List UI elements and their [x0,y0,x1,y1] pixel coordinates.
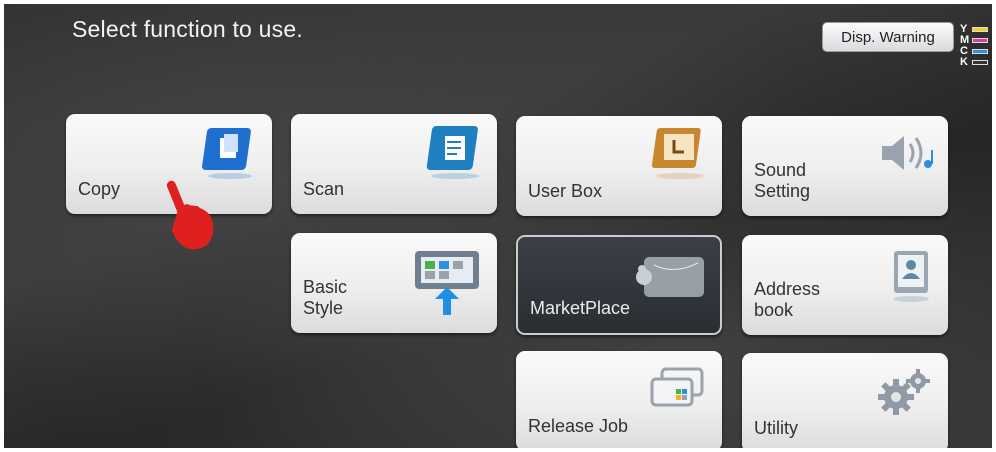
speaker-icon [882,136,933,170]
toner-cyan-bar [972,49,988,54]
scan-icon [426,126,479,179]
disp-warning-button[interactable]: Disp. Warning [822,22,954,52]
address-book-icon [893,251,929,302]
utility-tile[interactable]: Utility [742,353,948,448]
release-job-tile[interactable]: Release Job [516,351,722,448]
release-job-icon [650,367,704,407]
scan-label: Scan [303,179,345,199]
marketplace-label: MarketPlace [530,298,631,318]
toner-magenta-bar [972,38,988,43]
user-box-label: User Box [528,181,603,201]
scan-tile[interactable]: Scan [291,114,497,214]
address-book-tile[interactable]: Address book [742,235,948,335]
marketplace-tile[interactable]: MarketPlace [516,235,722,335]
toner-black-bar [972,60,988,65]
hand-pointer-icon [166,180,214,250]
address-book-label: Address book [754,279,821,320]
sound-setting-label: Sound Setting [754,160,811,201]
user-box-tile[interactable]: User Box [516,116,722,216]
user-box-icon [651,128,704,179]
release-job-label: Release Job [528,416,629,436]
utility-label: Utility [754,418,798,438]
copy-icon [202,128,252,179]
page-title: Select function to use. [72,16,303,42]
basic-style-label: Basic Style [303,277,348,318]
toner-level-indicator: Y M C K [960,24,992,74]
marketplace-icon [636,257,704,297]
toner-yellow-bar [972,27,988,32]
touch-panel-screen: Select function to use. Disp. Warning Y … [4,4,992,448]
basic-style-icon [415,251,479,315]
sound-setting-tile[interactable]: Sound Setting [742,116,948,216]
copy-label: Copy [78,179,121,199]
gear-icon [878,369,930,415]
basic-style-tile[interactable]: Basic Style [291,233,497,333]
toner-black-letter: K [960,56,968,68]
toner-black: K [960,57,992,68]
